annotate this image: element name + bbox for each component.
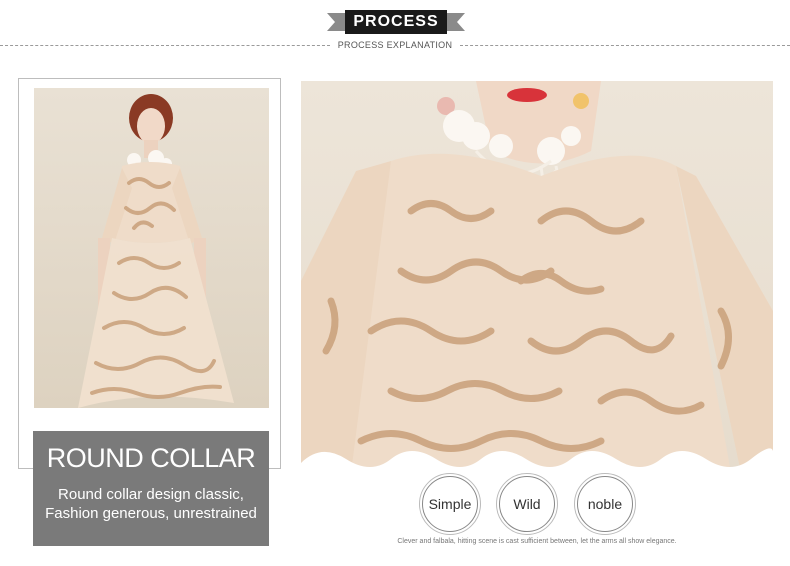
feature-desc-line-1: Round collar design classic, — [58, 486, 244, 503]
header-ribbon: PROCESS — [327, 10, 465, 34]
feature-caption: ROUND COLLAR Round collar design classic… — [33, 431, 269, 546]
collar-closeup-photo — [301, 81, 773, 473]
footnote: Clever and falbala, hitting scene is cas… — [397, 538, 677, 545]
divider-left — [0, 45, 330, 46]
feature-description: Round collar design classic, Fashion gen… — [33, 485, 269, 523]
model-full-photo — [34, 88, 269, 408]
page-subtitle: PROCESS EXPLANATION — [330, 40, 460, 50]
page-title: PROCESS — [345, 10, 447, 34]
feature-desc-line-2: Fashion generous, unrestrained — [45, 505, 257, 522]
tag-noble: noble — [577, 476, 633, 532]
divider-right — [460, 45, 790, 46]
feature-title: ROUND COLLAR — [46, 443, 256, 473]
tag-wild: Wild — [499, 476, 555, 532]
tag-simple: Simple — [422, 476, 478, 532]
